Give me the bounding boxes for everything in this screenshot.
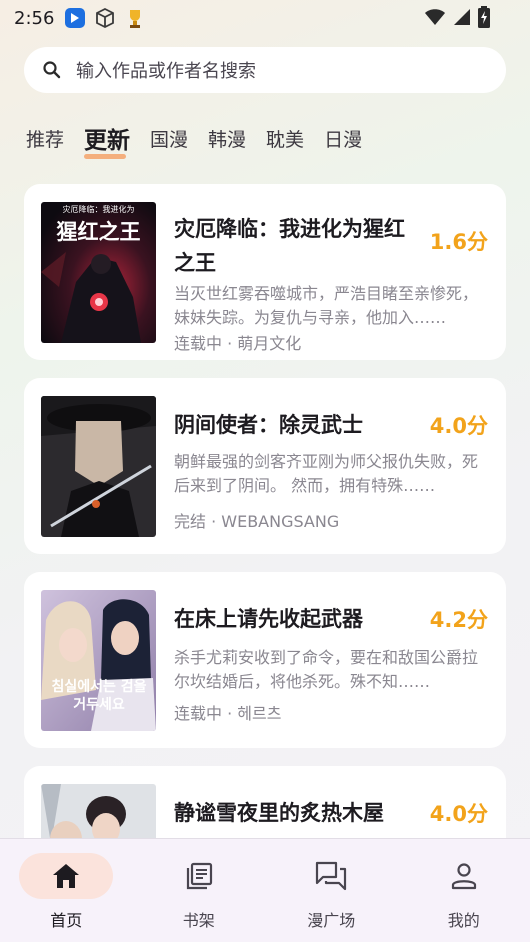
nav-profile[interactable]: 我的 [398, 839, 530, 942]
cover-subtitle: 灾厄降临：我进化为 [62, 205, 135, 214]
search-input[interactable]: 输入作品或作者名搜索 [24, 47, 506, 93]
comic-card[interactable]: 阴间使者：除灵武士 4.0分 朝鲜最强的剑客齐亚刚为师父报仇失败，死后来到了阴间… [24, 378, 506, 554]
comic-score: 4.0分 [429, 802, 488, 826]
category-tabs: 推荐 更新 国漫 韩漫 耽美 日漫 [26, 118, 382, 159]
status-time: 2:56 [14, 7, 55, 29]
comic-description: 朝鲜最强的剑客齐亚刚为师父报仇失败，死后来到了阴间。 然而，拥有特殊…… [174, 452, 479, 495]
tab-chinese-comics[interactable]: 国漫 [150, 125, 188, 152]
comic-title: 灾厄降临：我进化为猩红之王 [174, 217, 405, 275]
wifi-icon [425, 9, 445, 25]
comic-score: 1.6分 [429, 230, 488, 254]
forum-icon [316, 861, 347, 891]
search-icon [43, 61, 61, 79]
nav-forum[interactable]: 漫广场 [265, 839, 398, 942]
nav-home-indicator [19, 853, 114, 899]
nav-bookshelf-label: 书架 [182, 911, 215, 930]
comic-description: 当灭世红雾吞噬城市，严浩目睹至亲惨死，妹妹失踪。为复仇与寻亲，他加入…… [174, 284, 479, 327]
cube-icon [96, 7, 115, 29]
comic-title: 静谧雪夜里的炙热木屋 [174, 801, 384, 825]
comic-card[interactable]: 침실에서는 검을 거두세요 在床上请先收起武器 4.2分 杀手尤莉安收到了命令，… [24, 572, 506, 748]
nav-bookshelf[interactable]: 书架 [133, 839, 266, 942]
status-bar: 2:56 [0, 0, 530, 36]
tab-bl[interactable]: 耽美 [266, 125, 304, 152]
comic-card[interactable]: 灾厄降临：我进化为 猩红之王 灾厄降临：我进化为猩红之王 1.6分 当灭世红雾吞… [24, 184, 506, 360]
comic-meta: 连载中 · 헤르츠 [174, 704, 282, 723]
notification-app-icon [65, 8, 86, 28]
signal-icon [454, 9, 470, 25]
tab-korean-comics[interactable]: 韩漫 [208, 125, 246, 152]
comic-cover [41, 396, 156, 537]
comic-description: 杀手尤莉安收到了命令，要在和敌国公爵拉尔坎结婚后，将他杀死。殊不知…… [174, 648, 479, 691]
nav-home[interactable]: 首页 [0, 839, 133, 942]
comic-score: 4.0分 [429, 414, 488, 438]
cover-title: 猩红之王 [56, 219, 141, 244]
comic-title: 在床上请先收起武器 [174, 607, 363, 631]
nav-profile-label: 我的 [447, 911, 480, 930]
search-placeholder: 输入作品或作者名搜索 [76, 61, 256, 82]
comic-cover: 침실에서는 검을 거두세요 [41, 590, 156, 731]
tab-japanese-comics[interactable]: 日漫 [324, 125, 362, 152]
cover-title: 침실에서는 검을 거두세요 [51, 679, 147, 713]
nav-forum-label: 漫广场 [307, 911, 356, 930]
comic-score: 4.2分 [429, 608, 488, 632]
comic-cover: 灾厄降临：我进化为 猩红之王 [41, 202, 156, 343]
comic-title: 阴间使者：除灵武士 [174, 413, 363, 437]
bookshelf-icon [186, 862, 212, 890]
person-icon [451, 863, 476, 890]
tab-recommend[interactable]: 推荐 [26, 125, 64, 152]
battery-icon [478, 6, 490, 28]
home-icon [53, 864, 80, 888]
trophy-icon [130, 10, 141, 28]
nav-home-label: 首页 [50, 911, 83, 930]
tab-updates[interactable]: 更新 [84, 121, 130, 159]
comic-meta: 完结 · WEBANGSANG [174, 512, 340, 531]
bottom-navigation: 首页 书架 漫广场 我的 [0, 838, 530, 942]
comic-meta: 连载中 · 萌月文化 [174, 334, 302, 353]
